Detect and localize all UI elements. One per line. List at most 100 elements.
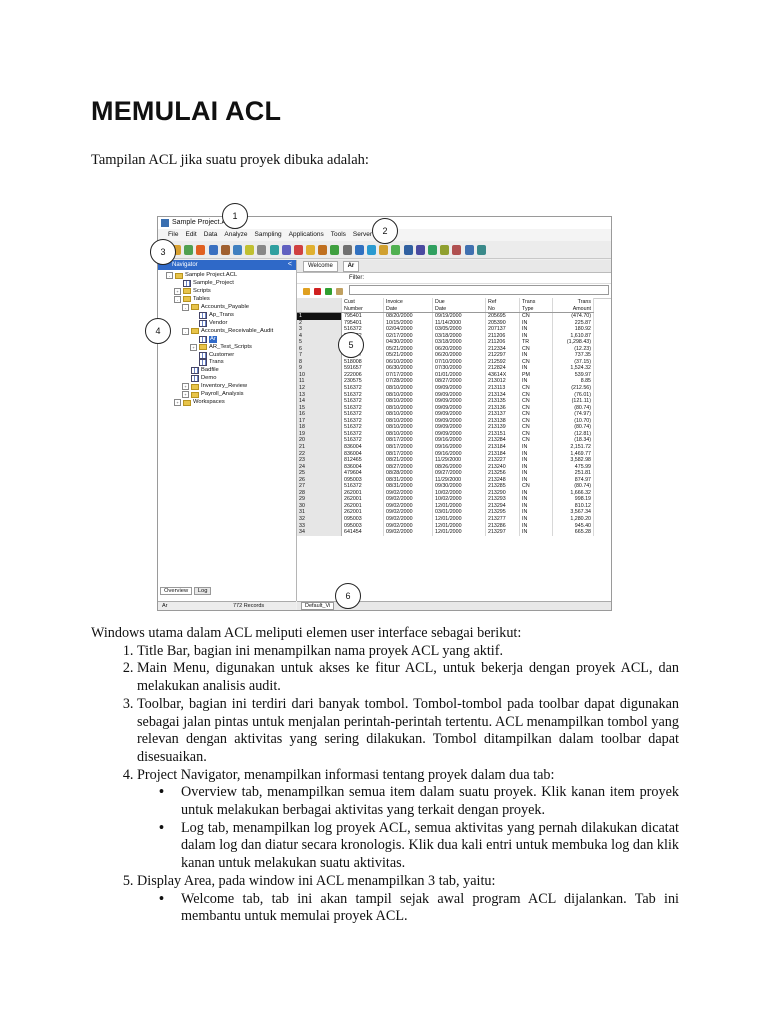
table-row[interactable]: 34 641454 09/02/2000 12/01/2000 213297 IN 665.… (297, 529, 594, 536)
toolbar-button-icon[interactable] (208, 244, 218, 255)
menu-item-server[interactable]: Server (353, 231, 372, 238)
expand-icon[interactable]: + (190, 343, 197, 351)
tree-item[interactable]: Trans (190, 359, 224, 367)
table-cell: 665.28 (552, 529, 594, 536)
folder-icon (191, 328, 199, 335)
tree-item[interactable]: Customer (190, 351, 235, 359)
tab-overview[interactable]: Overview (160, 587, 193, 595)
toolbar-button-icon[interactable] (257, 244, 267, 255)
tab-ar[interactable]: Ar (342, 261, 360, 272)
table-cell: 09/19/2000 (432, 312, 486, 320)
edit-filter-icon[interactable] (303, 287, 310, 295)
folder-icon (175, 272, 183, 279)
tree-item[interactable]: + Payroll_Analysis (182, 391, 244, 399)
tree-item[interactable]: Vendor (190, 319, 228, 327)
toolbar-button-icon[interactable] (415, 244, 425, 255)
toolbar-button-icon[interactable] (440, 244, 450, 255)
toolbar-button-icon[interactable] (196, 244, 206, 255)
toolbar-button-icon[interactable] (391, 244, 401, 255)
status-records: 772 Records (233, 603, 265, 609)
remove-filter-icon[interactable] (314, 287, 321, 295)
page-heading: MEMULAI ACL (91, 96, 282, 126)
folder-icon (191, 383, 199, 390)
list-item-project-navigator: Project Navigator, menampilkan informasi… (137, 767, 679, 873)
collapse-icon[interactable]: - (174, 295, 181, 303)
tree-item[interactable]: Badfile (182, 367, 219, 375)
toolbar-button-icon[interactable] (452, 244, 462, 255)
data-table: Cust Number Invoice Date Due Date Ref No Trans Ty… (297, 298, 594, 536)
toolbar-button-icon[interactable] (354, 244, 364, 255)
tab-default-view[interactable]: Default_Vi (301, 602, 335, 610)
tree-item-label: Customer (209, 351, 235, 358)
toolbar-button-icon[interactable] (379, 244, 389, 255)
toolbar-button-icon[interactable] (306, 244, 316, 255)
menu-item-data[interactable]: Data (204, 231, 218, 238)
tab-welcome[interactable]: Welcome (303, 261, 338, 272)
navigator-header: Navigator < (158, 260, 296, 270)
tree-item[interactable]: - Sample Project.ACL (166, 272, 237, 279)
collapse-icon[interactable]: < (288, 260, 292, 270)
collapse-icon[interactable]: - (182, 327, 189, 335)
toolbar-button-icon[interactable] (232, 244, 242, 255)
toolbar-button-icon[interactable] (245, 244, 255, 255)
toolbar-button-icon[interactable] (318, 244, 328, 255)
menu-item-applications[interactable]: Applications (289, 231, 324, 238)
toolbar-button-icon[interactable] (293, 244, 303, 255)
tab-log[interactable]: Log (193, 587, 212, 595)
table-row[interactable]: 1 795401 08/20/2000 09/19/2000 205695 CN (474.… (297, 312, 594, 320)
tree-item[interactable]: + Inventory_Review (182, 383, 247, 391)
menu-item-tools[interactable]: Tools (331, 231, 346, 238)
toolbar-button-icon[interactable] (330, 244, 340, 255)
collapse-icon[interactable]: - (166, 272, 173, 279)
toolbar-button-icon[interactable] (269, 244, 279, 255)
toolbar-button-icon[interactable] (464, 244, 474, 255)
toolbar-button-icon[interactable] (220, 244, 230, 255)
expand-icon[interactable]: + (174, 287, 181, 295)
tree-item[interactable]: - Accounts_Payable (182, 303, 249, 311)
tree-item[interactable]: Ap_Trans (190, 311, 234, 319)
toolbar-button-icon[interactable] (184, 244, 194, 255)
toolbar-button-icon[interactable] (403, 244, 413, 255)
table-icon (191, 367, 199, 375)
tree-item[interactable]: - Tables (174, 295, 210, 303)
menu-item-analyze[interactable]: Analyze (224, 231, 247, 238)
filter-history-icon[interactable] (336, 287, 343, 295)
expand-icon[interactable]: + (174, 399, 181, 407)
toolbar-button-icon[interactable] (476, 244, 486, 255)
menu-item-file[interactable]: File (168, 231, 178, 238)
list-item-display-area: Display Area, pada window ini ACL menamp… (137, 873, 679, 926)
expand-icon[interactable]: + (182, 391, 189, 399)
folder-icon (191, 391, 199, 398)
filter-input[interactable] (349, 285, 609, 295)
column-header[interactable]: Due Date (432, 298, 486, 313)
tree-item-label: Scripts (193, 287, 211, 294)
menu-item-sampling[interactable]: Sampling (255, 231, 282, 238)
column-header[interactable]: Invoice Date (383, 298, 433, 313)
tree-item[interactable]: - Accounts_Receivable_Audit (182, 327, 273, 335)
display-area: Welcome Ar Filter: Cust Number Invoice Date… (297, 260, 611, 601)
column-header[interactable]: Trans Amount (552, 298, 594, 313)
tree-item[interactable]: Demo (182, 375, 216, 383)
tree-item[interactable]: + Workspaces (174, 399, 225, 407)
tree-item[interactable]: + AR_Test_Scripts (190, 343, 252, 351)
bullet-log-tab: Log tab, menampilkan log proyek ACL, sem… (159, 820, 679, 873)
collapse-icon[interactable]: - (182, 303, 189, 311)
column-header-line: Date (386, 305, 398, 312)
toolbar-button-icon[interactable] (427, 244, 437, 255)
toolbar-button-icon[interactable] (281, 244, 291, 255)
apply-filter-icon[interactable] (325, 287, 332, 295)
app-icon (161, 219, 169, 227)
column-header[interactable]: Ref No (485, 298, 520, 313)
tree-item[interactable]: Ar (190, 335, 217, 343)
toolbar-button-icon[interactable] (342, 244, 352, 255)
callout-6: 6 (335, 583, 361, 609)
expand-icon[interactable]: + (182, 383, 189, 391)
table-cell: 213297 (485, 529, 520, 536)
column-header[interactable]: Cust Number (341, 298, 384, 313)
tree-item-label: Vendor (209, 319, 228, 326)
tree-item[interactable]: Sample_Project (174, 279, 234, 287)
column-header[interactable]: Trans Type (519, 298, 553, 313)
menu-item-edit[interactable]: Edit (185, 231, 196, 238)
tree-item[interactable]: + Scripts (174, 287, 211, 295)
toolbar-button-icon[interactable] (367, 244, 376, 255)
